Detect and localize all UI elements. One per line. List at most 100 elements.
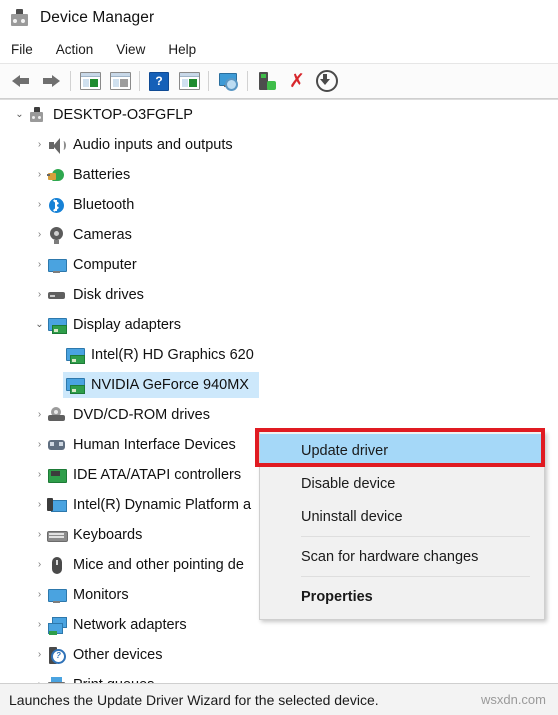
chevron-right-icon[interactable]: › bbox=[32, 650, 47, 660]
device-tree[interactable]: ⌄ DESKTOP-O3FGFLP › Audio inputs and out… bbox=[0, 99, 558, 683]
watermark: wsxdn.com bbox=[480, 692, 546, 707]
help-button[interactable]: ? bbox=[144, 68, 174, 94]
tree-node-label: Bluetooth bbox=[73, 197, 135, 213]
back-arrow-icon bbox=[12, 74, 30, 88]
computer-icon bbox=[27, 106, 46, 125]
scan-monitor-icon bbox=[218, 72, 238, 91]
tree-node-disk-drives[interactable]: › Disk drives bbox=[0, 280, 558, 310]
tree-node-label: Computer bbox=[73, 257, 137, 273]
chevron-right-icon[interactable]: › bbox=[32, 620, 47, 630]
tree-node-label: Print queues bbox=[66, 677, 154, 683]
menu-file[interactable]: File bbox=[11, 39, 44, 60]
forward-button[interactable] bbox=[36, 68, 66, 94]
tree-node-label: Cameras bbox=[73, 227, 132, 243]
tree-node-audio-inputs-and-outputs[interactable]: › Audio inputs and outputs bbox=[0, 130, 558, 160]
tree-node-label: Human Interface Devices bbox=[73, 437, 236, 453]
printer-icon bbox=[47, 676, 66, 683]
tree-node-label: Keyboards bbox=[73, 527, 143, 543]
chevron-right-icon[interactable]: › bbox=[32, 410, 47, 420]
speaker-icon bbox=[47, 136, 66, 155]
other-device-icon: ? bbox=[47, 646, 66, 665]
monitor-icon bbox=[47, 586, 67, 605]
chevron-right-icon[interactable]: › bbox=[32, 680, 47, 684]
device-manager-window: Device Manager File Action View Help ? ✗ bbox=[0, 0, 558, 715]
enable-device-icon bbox=[259, 72, 276, 90]
title-bar: Device Manager bbox=[0, 0, 558, 35]
tree-node-computer[interactable]: ⌄ DESKTOP-O3FGFLP bbox=[0, 100, 558, 130]
status-bar: Launches the Update Driver Wizard for th… bbox=[0, 683, 558, 715]
tree-node-label: DVD/CD-ROM drives bbox=[73, 407, 210, 423]
tree-node-label: Audio inputs and outputs bbox=[73, 137, 233, 153]
update-driver-button[interactable] bbox=[174, 68, 204, 94]
chevron-right-icon[interactable]: › bbox=[32, 170, 47, 180]
scan-for-hardware-changes-button[interactable] bbox=[213, 68, 243, 94]
monitor-icon bbox=[47, 256, 67, 275]
chevron-right-icon[interactable]: › bbox=[32, 500, 47, 510]
dvd-drive-icon bbox=[47, 406, 66, 425]
tree-node-label: Display adapters bbox=[73, 317, 181, 333]
toolbar-separator bbox=[208, 71, 209, 91]
tree-node-cameras[interactable]: › Cameras bbox=[0, 220, 558, 250]
context-menu-item-properties[interactable]: Properties bbox=[260, 580, 544, 613]
chevron-right-icon[interactable]: › bbox=[32, 590, 47, 600]
tree-node-dvd-cd-rom-drives[interactable]: › DVD/CD-ROM drives bbox=[0, 400, 558, 430]
display-adapter-icon bbox=[65, 376, 85, 395]
chevron-right-icon[interactable]: › bbox=[32, 230, 47, 240]
window-title: Device Manager bbox=[40, 8, 155, 26]
device-manager-icon bbox=[9, 8, 31, 28]
forward-arrow-icon bbox=[42, 74, 60, 88]
context-menu-separator bbox=[301, 576, 530, 577]
intel-platform-icon bbox=[47, 496, 67, 515]
context-menu-item-update-driver[interactable]: Update driver bbox=[260, 434, 544, 467]
disable-device-button[interactable] bbox=[312, 68, 342, 94]
display-adapter-icon bbox=[47, 316, 67, 335]
mouse-icon bbox=[47, 556, 66, 575]
tree-node-label: Disk drives bbox=[73, 287, 144, 303]
toolbar-separator bbox=[139, 71, 140, 91]
menu-help[interactable]: Help bbox=[168, 39, 207, 60]
tree-node-other-devices[interactable]: › ? Other devices bbox=[0, 640, 558, 670]
tree-node-label: Mice and other pointing de bbox=[73, 557, 244, 573]
tree-node-label: IDE ATA/ATAPI controllers bbox=[73, 467, 242, 483]
context-menu-item-disable-device[interactable]: Disable device bbox=[260, 467, 544, 500]
chevron-right-icon[interactable]: › bbox=[32, 290, 47, 300]
chevron-right-icon[interactable]: › bbox=[32, 440, 47, 450]
menu-view[interactable]: View bbox=[116, 39, 156, 60]
properties-button[interactable] bbox=[105, 68, 135, 94]
back-button[interactable] bbox=[6, 68, 36, 94]
help-question-icon: ? bbox=[149, 71, 169, 91]
tree-node-label: Monitors bbox=[73, 587, 129, 603]
tree-node-print-queues[interactable]: › Print queues bbox=[0, 670, 558, 683]
ide-controller-icon bbox=[47, 466, 67, 485]
tree-node-label: Network adapters bbox=[73, 617, 187, 633]
chevron-down-icon[interactable]: ⌄ bbox=[32, 320, 47, 330]
tree-node-label: Other devices bbox=[73, 647, 163, 663]
enable-device-button[interactable] bbox=[252, 68, 282, 94]
chevron-down-icon[interactable]: ⌄ bbox=[12, 110, 27, 120]
chevron-right-icon[interactable]: › bbox=[32, 530, 47, 540]
disk-drive-icon bbox=[47, 286, 66, 305]
tree-node-label: NVIDIA GeForce 940MX bbox=[91, 377, 249, 393]
tree-node-label: Intel(R) Dynamic Platform a bbox=[73, 497, 252, 513]
chevron-right-icon[interactable]: › bbox=[32, 200, 47, 210]
camera-icon bbox=[47, 226, 66, 245]
download-arrow-icon bbox=[316, 70, 338, 92]
chevron-right-icon[interactable]: › bbox=[32, 140, 47, 150]
context-menu-item-scan-for-hardware-changes[interactable]: Scan for hardware changes bbox=[260, 540, 544, 573]
context-menu[interactable]: Update driver Disable device Uninstall d… bbox=[259, 431, 545, 620]
uninstall-device-button[interactable]: ✗ bbox=[282, 68, 312, 94]
display-adapter-icon bbox=[65, 346, 85, 365]
chevron-right-icon[interactable]: › bbox=[32, 560, 47, 570]
tree-node-intel-hd-graphics-620[interactable]: Intel(R) HD Graphics 620 bbox=[0, 340, 558, 370]
tree-node-computer-category[interactable]: › Computer bbox=[0, 250, 558, 280]
keyboard-icon bbox=[47, 526, 68, 545]
tree-node-bluetooth[interactable]: › Bluetooth bbox=[0, 190, 558, 220]
tree-node-display-adapters[interactable]: ⌄ Display adapters bbox=[0, 310, 558, 340]
tree-node-batteries[interactable]: › Batteries bbox=[0, 160, 558, 190]
tree-node-nvidia-geforce-940mx[interactable]: NVIDIA GeForce 940MX bbox=[0, 370, 558, 400]
chevron-right-icon[interactable]: › bbox=[32, 260, 47, 270]
chevron-right-icon[interactable]: › bbox=[32, 470, 47, 480]
context-menu-item-uninstall-device[interactable]: Uninstall device bbox=[260, 500, 544, 533]
show-hide-console-tree-button[interactable] bbox=[75, 68, 105, 94]
menu-action[interactable]: Action bbox=[56, 39, 105, 60]
